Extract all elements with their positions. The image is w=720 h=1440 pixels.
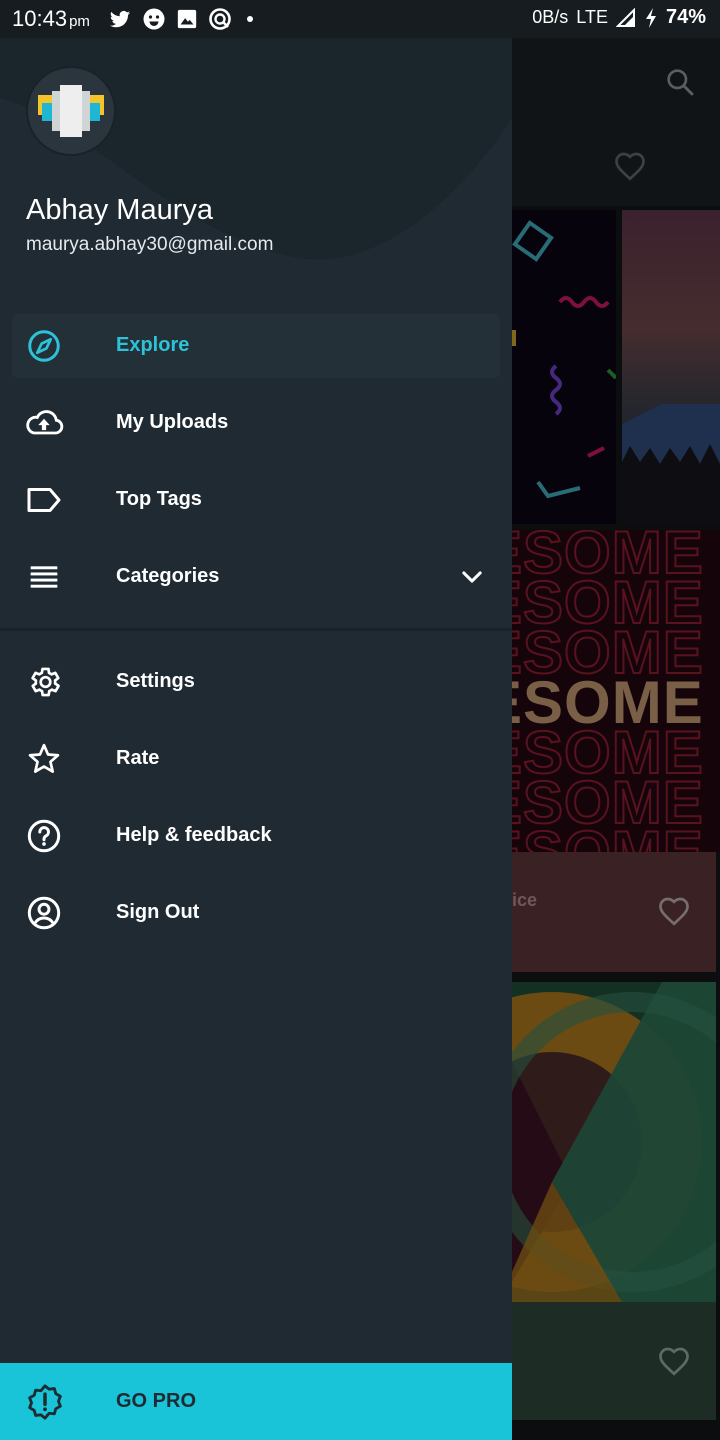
menu-item-my-uploads[interactable]: My Uploads [12,391,500,455]
menu-item-sign-out[interactable]: Sign Out [12,881,500,945]
emoji-icon [143,8,165,30]
menu-label: Categories [116,565,220,587]
net-speed: 0B/s [532,7,569,27]
menu-label: Top Tags [116,488,202,510]
avatar[interactable] [26,66,116,156]
menu-label: Rate [116,747,160,769]
account-circle-icon [24,895,64,931]
app-logo-icon [38,85,104,137]
status-bar: 10:43 pm 0B/s LTE 74% [0,0,720,38]
menu-label: Settings [116,670,195,692]
star-icon [24,741,64,777]
menu-item-rate[interactable]: Rate [12,727,500,791]
menu-label: Sign Out [116,901,200,923]
cloud-upload-icon [24,405,64,441]
compass-icon [24,328,64,364]
menu-item-settings[interactable]: Settings [12,650,500,714]
help-icon [24,818,64,854]
go-pro-label: GO PRO [116,1390,197,1412]
signal-icon [615,7,635,27]
menu-item-help-feedback[interactable]: Help & feedback [12,804,500,868]
chevron-down-icon[interactable] [458,563,486,591]
twitter-icon [109,11,131,28]
status-right: 0B/s LTE 74% [532,6,706,29]
user-name: Abhay Maurya [26,194,213,226]
go-pro-button[interactable]: GO PRO [0,1363,512,1440]
app-notification-icon [209,8,231,30]
menu-item-explore[interactable]: Explore [12,314,500,378]
status-time: 10:43 pm [12,6,90,31]
network-type: LTE [576,7,608,27]
menu-divider [0,628,512,631]
notification-icons [108,7,258,31]
battery-percent: 74% [665,6,706,28]
more-notifications-dot-icon [247,16,253,22]
navigation-drawer: Abhay Maurya maurya.abhay30@gmail.com Ex… [0,38,512,1440]
image-icon [177,9,197,29]
gear-icon [24,664,64,700]
menu-label: Explore [116,334,190,356]
menu-label: Help & feedback [116,824,272,846]
drawer-header: Abhay Maurya maurya.abhay30@gmail.com [0,38,512,298]
tag-icon [24,482,64,518]
menu-label: My Uploads [116,411,229,433]
list-icon [24,559,64,595]
screen: ESOME ESOME ESOME ESOME ESOME ESOME ESOM… [0,0,720,1440]
battery-charging-icon [645,7,656,28]
user-email: maurya.abhay30@gmail.com [26,234,274,255]
menu-item-categories[interactable]: Categories [12,545,500,609]
badge-alert-icon [28,1384,62,1420]
menu-item-top-tags[interactable]: Top Tags [12,468,500,532]
